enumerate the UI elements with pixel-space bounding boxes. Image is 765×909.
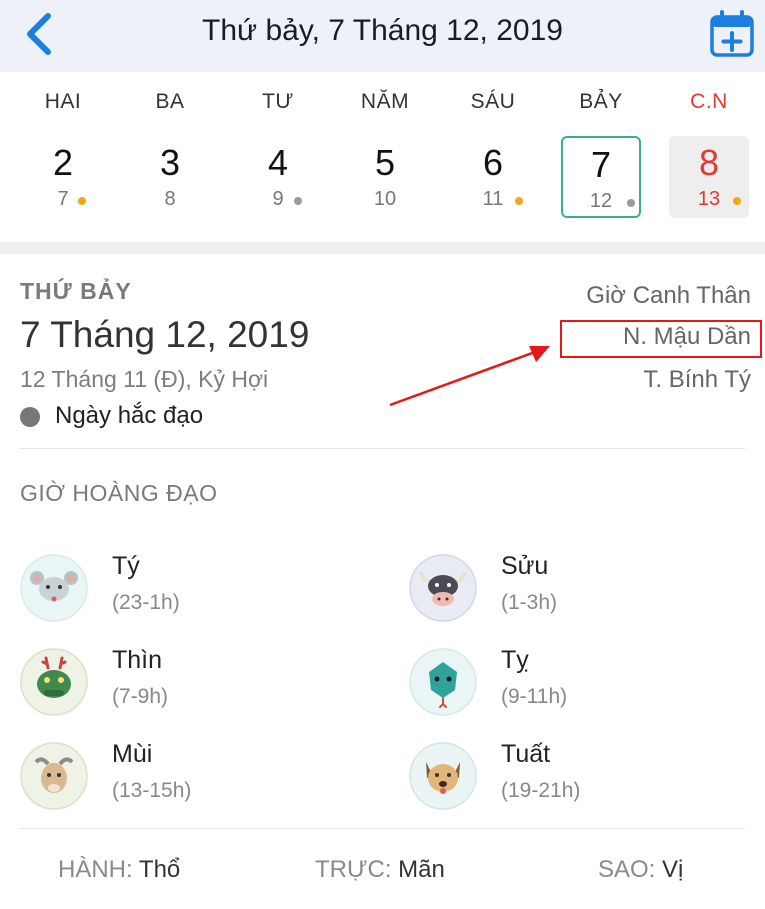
hour-item-mui[interactable]: Mùi (13-15h) <box>20 736 360 818</box>
weekday-heading: THỨ BẢY <box>20 278 132 304</box>
event-dot <box>294 197 302 205</box>
day-column-tu: TƯ 4 9 <box>224 72 332 242</box>
day-column-ba: BA 3 8 <box>116 72 224 242</box>
day-number: 5 <box>374 142 396 183</box>
hour-range: (19-21h) <box>501 779 581 802</box>
event-dot <box>515 197 523 205</box>
goat-icon <box>20 742 88 810</box>
hour-item-ty[interactable]: Tý (23-1h) <box>20 548 360 630</box>
dog-icon <box>409 742 477 810</box>
footer-value: Vị <box>662 856 684 883</box>
solar-date: 7 Tháng 12, 2019 <box>20 314 310 355</box>
hour-canchi: Giờ Canh Thân <box>586 282 751 309</box>
day-number: 4 <box>267 142 289 183</box>
footer-value: Mãn <box>398 856 445 883</box>
day-column-cn: C.N 8 13 <box>655 72 763 242</box>
hour-name: Tý <box>112 552 140 580</box>
day-type-dot <box>20 407 40 427</box>
event-dot <box>627 199 635 207</box>
hour-item-thin[interactable]: Thìn (7-9h) <box>20 642 360 724</box>
day-type-label: Ngày hắc đạo <box>55 402 204 429</box>
hour-range: (13-15h) <box>112 779 192 802</box>
week-strip: HAI 2 7 BA 3 8 TƯ 4 9 NĂM 5 10 SÁU 6 11 <box>0 72 765 242</box>
lunar-day: 8 <box>164 188 176 210</box>
hour-range: (9-11h) <box>501 685 568 708</box>
top-bar: Thứ bảy, 7 Tháng 12, 2019 <box>0 0 765 72</box>
divider <box>20 828 745 829</box>
hour-name: Mùi <box>112 740 153 768</box>
lunar-day: 7 <box>57 188 69 210</box>
day-cell-8[interactable]: 8 13 <box>669 136 749 218</box>
page-title: Thứ bảy, 7 Tháng 12, 2019 <box>202 14 563 47</box>
rat-icon <box>20 554 88 622</box>
snake-icon <box>409 648 477 716</box>
day-column-nam: NĂM 5 10 <box>331 72 439 242</box>
annotation-arrow <box>389 346 550 407</box>
hour-name: Thìn <box>112 646 163 674</box>
hour-item-suu[interactable]: Sửu (1-3h) <box>409 548 749 630</box>
weekday-label: BẢY <box>579 90 623 113</box>
day-number: 7 <box>590 144 612 185</box>
day-cell-6[interactable]: 6 11 <box>453 136 533 218</box>
hour-range: (23-1h) <box>112 591 180 614</box>
footer-truc: TRỰC: Mãn <box>315 856 445 884</box>
day-cell-5[interactable]: 5 10 <box>345 136 425 218</box>
weekday-label: SÁU <box>470 90 516 113</box>
weekday-label: BA <box>155 90 185 113</box>
event-dot <box>733 197 741 205</box>
weekday-label: HAI <box>44 90 82 113</box>
hour-range: (1-3h) <box>501 591 558 614</box>
day-column-hai: HAI 2 7 <box>9 72 117 242</box>
lunar-day: 9 <box>272 188 284 210</box>
dragon-icon <box>20 648 88 716</box>
hour-name: Tỵ <box>501 646 529 674</box>
weekday-label: TƯ <box>262 90 294 113</box>
section-title: GIỜ HOÀNG ĐẠO <box>20 480 218 506</box>
ox-icon <box>409 554 477 622</box>
weekday-label: C.N <box>690 90 728 113</box>
month-canchi: T. Bính Tý <box>643 366 751 393</box>
divider <box>20 448 745 449</box>
footer-hanh: HÀNH: Thổ <box>58 856 180 884</box>
hour-item-tuat[interactable]: Tuất (19-21h) <box>409 736 749 818</box>
day-cell-4[interactable]: 4 9 <box>238 136 318 218</box>
hour-name: Sửu <box>501 552 549 580</box>
weekday-label: NĂM <box>360 90 410 113</box>
day-column-sau: SÁU 6 11 <box>439 72 547 242</box>
footer-value: Thổ <box>138 856 181 883</box>
footer-sao: SAO: Vị <box>598 856 683 884</box>
highlight-box <box>560 320 762 358</box>
lunar-date: 12 Tháng 11 (Đ), Kỷ Hợi <box>20 366 269 392</box>
hour-item-ty-snake[interactable]: Tỵ (9-11h) <box>409 642 749 724</box>
footer-label: SAO: <box>598 856 656 883</box>
day-cell-7-selected[interactable]: 7 12 <box>561 136 641 218</box>
hour-name: Tuất <box>501 740 551 768</box>
day-cell-2[interactable]: 2 7 <box>23 136 103 218</box>
day-cell-3[interactable]: 3 8 <box>130 136 210 218</box>
calendar-plus-icon <box>710 10 754 57</box>
day-column-bay: BẢY 7 12 <box>547 72 655 242</box>
event-dot <box>78 197 86 205</box>
lunar-day: 10 <box>373 188 397 210</box>
footer-label: TRỰC: <box>315 856 392 883</box>
footer-label: HÀNH: <box>58 856 133 883</box>
day-number: 3 <box>159 142 181 183</box>
add-event-button[interactable] <box>708 8 756 58</box>
day-number: 6 <box>482 142 504 183</box>
day-number: 2 <box>52 142 74 183</box>
section-separator <box>0 242 765 254</box>
hour-range: (7-9h) <box>112 685 169 708</box>
day-number: 8 <box>698 142 720 183</box>
